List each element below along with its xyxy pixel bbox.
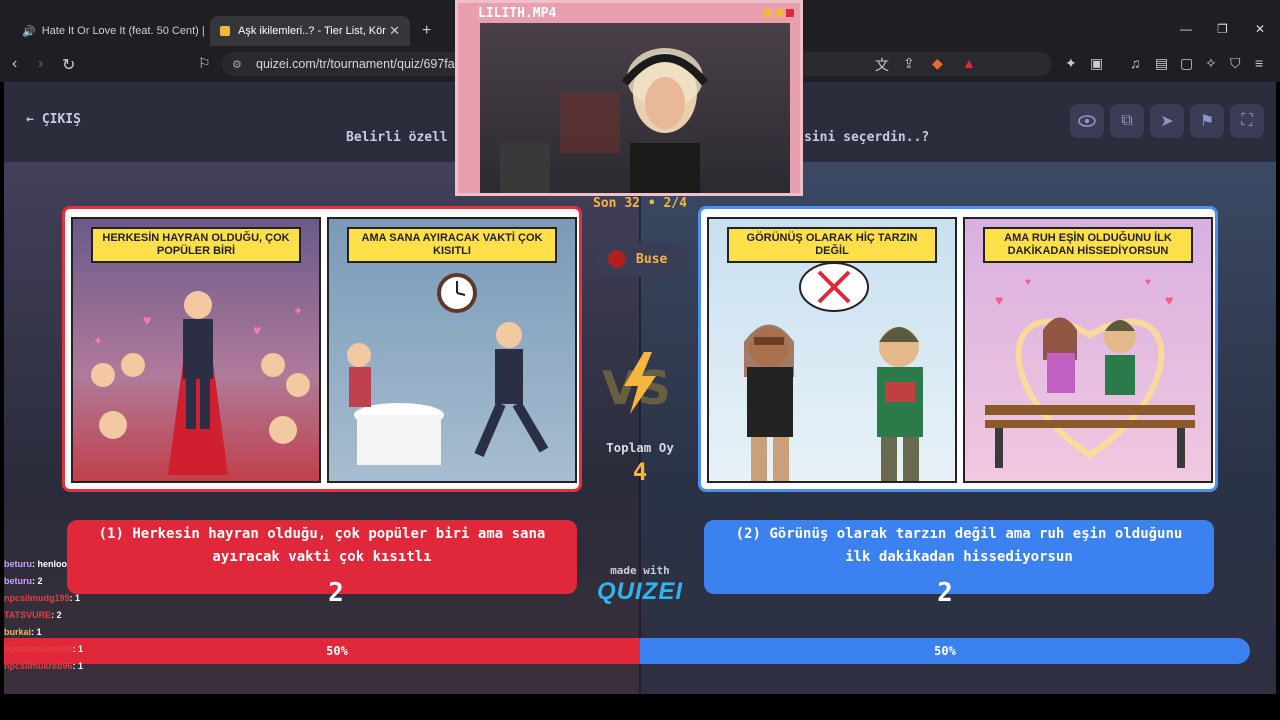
forward-icon[interactable]: › — [38, 55, 43, 73]
style-person-illustration — [744, 262, 923, 481]
caption: AMA RUH EŞİN OLDUĞUNU İLK DAKİKADAN HİSS… — [983, 227, 1193, 263]
svg-text:♥: ♥ — [1145, 277, 1151, 288]
webcam-controls — [764, 9, 794, 17]
quizei-logo[interactable]: QUIZEI — [582, 578, 698, 606]
caption: AMA SANA AYIRACAK VAKTİ ÇOK KISITLI — [347, 227, 557, 263]
result-bar-left: 50% — [4, 638, 640, 664]
maximize-button[interactable]: ❐ — [1217, 22, 1228, 36]
avatar — [608, 250, 626, 268]
streamer-image — [500, 48, 709, 193]
chat-line: burkai: 1 — [4, 627, 42, 637]
exit-button[interactable]: ← ÇIKIŞ — [26, 112, 81, 127]
busy-person-illustration — [347, 273, 549, 465]
vote-count-left: 2 — [328, 578, 344, 608]
copy-icon[interactable]: ⧉ — [1110, 104, 1144, 138]
webcam-title: LILITH.MP4 — [458, 3, 800, 23]
chat-line: npcsilmukreb95: 1 — [4, 644, 84, 654]
minimize-icon — [764, 9, 772, 17]
soulmate-illustration: ♥ ♥ ♥ ♥ — [985, 277, 1195, 468]
svg-text:✦: ✦ — [93, 334, 103, 348]
svg-text:♥: ♥ — [1025, 277, 1031, 288]
sidebar-icon[interactable]: ▤ — [1155, 55, 1168, 72]
total-votes-label: Toplam Oy — [606, 440, 674, 455]
user-badge: Buse — [594, 242, 688, 276]
chat-line: beturu: henloo — [4, 559, 67, 569]
tab-quiz[interactable]: Aşk ikilemleri..? - Tier List, Kör Sı ✕ — [210, 16, 410, 46]
new-tab-button[interactable]: + — [418, 16, 442, 46]
caption: HERKESİN HAYRAN OLDUĞU, ÇOK POPÜLER BİRİ — [91, 227, 301, 263]
round-indicator: Son 32 • 2/4 — [593, 196, 687, 211]
option-card-right[interactable]: GÖRÜNÜŞ OLARAK HİÇ TARZIN DEĞİL AMA RUH … — [698, 206, 1218, 492]
vote-count-right: 2 — [937, 578, 953, 608]
webcam-video — [480, 23, 790, 193]
tab-title: Hate It Or Love It (feat. 50 Cent) | — [41, 25, 205, 37]
site-info-icon[interactable]: ⚙ — [232, 58, 242, 71]
comic-panel-soulmate: AMA RUH EŞİN OLDUĞUNU İLK DAKİKADAN HİSS… — [963, 217, 1213, 483]
result-bar-right: 50% — [640, 638, 1250, 664]
comic-panel-style: GÖRÜNÜŞ OLARAK HİÇ TARZIN DEĞİL — [707, 217, 957, 483]
leo-icon[interactable]: ✧ — [1205, 55, 1217, 72]
svg-text:♥: ♥ — [253, 322, 261, 338]
chat-line: beturu: 2 — [4, 576, 43, 586]
eye-icon[interactable] — [1070, 104, 1104, 138]
svg-text:♥: ♥ — [143, 312, 151, 328]
vpn-icon[interactable]: ⛉ — [1230, 55, 1241, 72]
brave-shield-icon[interactable]: ◆ — [932, 55, 943, 72]
chat-line: TATSVURE: 2 — [4, 610, 62, 620]
tab-title: Aşk ikilemleri..? - Tier List, Kör Sı — [238, 25, 388, 37]
made-with-label: made with — [610, 564, 670, 577]
vs-lightning-icon: VS — [602, 352, 671, 415]
rewards-icon[interactable]: ▲ — [962, 55, 976, 71]
fullscreen-icon[interactable]: ⛶ — [1230, 104, 1264, 138]
webcam-overlay: LILITH.MP4 — [455, 0, 803, 196]
chat-line: npcsilmudg195: 1 — [4, 593, 81, 603]
url-text: quizei.com/tr/tournament/quiz/697fa4 — [256, 57, 462, 71]
close-tab-icon[interactable]: ✕ — [389, 23, 400, 39]
close-icon — [786, 9, 794, 17]
back-icon[interactable]: ‹ — [12, 55, 17, 73]
arrow-left-icon: ← — [26, 112, 34, 127]
translate-icon[interactable]: 文 — [875, 55, 889, 75]
stream-chat-overlay: beturu: henloo beturu: 2 npcsilmudg195: … — [4, 556, 83, 675]
flag-icon[interactable]: ⚑ — [1190, 104, 1224, 138]
comic-panel-busy: AMA SANA AYIRACAK VAKTİ ÇOK KISITLI — [327, 217, 577, 483]
favicon-icon — [220, 26, 230, 36]
reload-icon[interactable]: ↻ — [62, 55, 75, 75]
total-votes-count: 4 — [632, 458, 648, 486]
close-window-button[interactable]: ✕ — [1255, 22, 1265, 36]
option-card-left[interactable]: HERKESİN HAYRAN OLDUĞU, ÇOK POPÜLER BİRİ… — [62, 206, 582, 492]
wallet-icon[interactable]: ▣ — [1090, 55, 1103, 72]
share-icon[interactable]: ⇪ — [903, 55, 915, 72]
maximize-icon — [775, 9, 783, 17]
comic-panel-popular: HERKESİN HAYRAN OLDUĞU, ÇOK POPÜLER BİRİ… — [71, 217, 321, 483]
bookmark-icon[interactable]: ⚐ — [198, 55, 211, 72]
minimize-button[interactable]: — — [1180, 22, 1192, 36]
menu-icon[interactable]: ≡ — [1255, 55, 1263, 71]
speaker-icon[interactable]: 🔊 — [22, 25, 36, 38]
send-icon[interactable]: ➤ — [1150, 104, 1184, 138]
extensions-icon[interactable]: ✦ — [1065, 55, 1077, 72]
music-icon[interactable]: ♫ — [1130, 55, 1141, 71]
chat-line: npcsilmukreb96: 1 — [4, 661, 84, 671]
svg-text:✦: ✦ — [293, 304, 303, 318]
popular-person-illustration: ♥ ♥ ✦ ✦ — [91, 291, 310, 475]
tab-music[interactable]: 🔊 Hate It Or Love It (feat. 50 Cent) | — [6, 16, 206, 46]
svg-text:♥: ♥ — [995, 292, 1003, 308]
tabs-icon[interactable]: ▢ — [1180, 55, 1193, 72]
svg-text:♥: ♥ — [1165, 292, 1173, 308]
